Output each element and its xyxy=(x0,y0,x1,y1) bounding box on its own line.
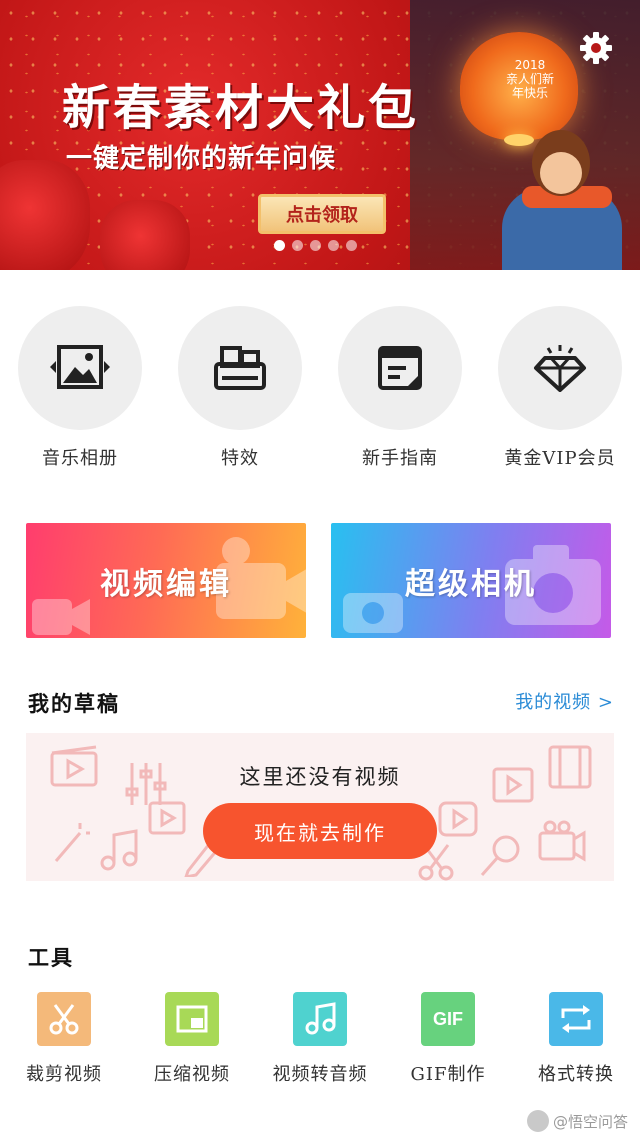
claim-button[interactable]: 点击领取 xyxy=(258,194,386,234)
tool-video-to-audio[interactable]: 视频转音频 xyxy=(256,992,384,1086)
music-note-icon xyxy=(100,829,138,871)
shortcut-circle xyxy=(18,306,142,430)
promo-banner[interactable]: 2018 亲人们新 年快乐 新春素材大礼包 一键定制你的新年问候 点击领取 xyxy=(0,0,640,270)
tool-compress-video[interactable]: 压缩视频 xyxy=(128,992,256,1086)
video-edit-label: 视频编辑 xyxy=(100,566,232,602)
shortcut-music-album[interactable]: 音乐相册 xyxy=(0,306,160,470)
scissors-icon xyxy=(49,1004,79,1035)
page-dot[interactable] xyxy=(292,240,303,251)
camera-icon xyxy=(538,820,586,862)
video-edit-card[interactable]: 视频编辑 xyxy=(26,523,306,638)
page-dot[interactable] xyxy=(328,240,339,251)
tool-label: 裁剪视频 xyxy=(26,1064,102,1085)
banner-character xyxy=(472,130,622,270)
magic-wand-icon xyxy=(54,823,90,862)
gear-icon xyxy=(580,32,612,64)
shortcut-circle xyxy=(498,306,622,430)
tool-label: 视频转音频 xyxy=(272,1064,368,1085)
drafts-title: 我的草稿 xyxy=(28,691,120,716)
drafts-empty-panel: 这里还没有视频 现在就去制作 xyxy=(26,733,614,881)
shortcut-effects[interactable]: 特效 xyxy=(160,306,320,470)
banner-subtitle: 一键定制你的新年问候 xyxy=(66,144,337,174)
page-dot[interactable] xyxy=(346,240,357,251)
camera-icon xyxy=(343,593,403,633)
microphone-icon xyxy=(480,835,520,876)
shortcut-label: 特效 xyxy=(221,448,259,469)
watermark-text: @悟空问答 xyxy=(552,1112,628,1131)
super-camera-card[interactable]: 超级相机 xyxy=(331,523,611,638)
tool-tile xyxy=(165,992,219,1046)
shortcut-label: 音乐相册 xyxy=(42,448,118,469)
tool-tile xyxy=(37,992,91,1046)
music-note-icon xyxy=(305,1002,336,1035)
tools-title: 工具 xyxy=(28,945,74,970)
tool-cut-video[interactable]: 裁剪视频 xyxy=(0,992,128,1086)
shortcut-vip[interactable]: 黄金VIP会员 xyxy=(480,306,640,470)
super-camera-label: 超级相机 xyxy=(405,566,537,602)
tool-format-convert[interactable]: 格式转换 xyxy=(512,992,640,1086)
shortcut-circle xyxy=(178,306,302,430)
tool-tile xyxy=(549,992,603,1046)
compress-icon xyxy=(176,1005,208,1033)
create-now-button[interactable]: 现在就去制作 xyxy=(203,803,437,859)
banner-title: 新春素材大礼包 xyxy=(62,80,420,136)
convert-icon xyxy=(561,1005,591,1033)
red-envelope-decoration xyxy=(100,200,190,270)
play-button-icon xyxy=(438,801,478,837)
drafts-empty-text: 这里还没有视频 xyxy=(239,765,401,789)
shortcut-guide[interactable]: 新手指南 xyxy=(320,306,480,470)
effects-icon xyxy=(214,346,266,390)
shortcut-label: 新手指南 xyxy=(362,448,438,469)
tool-label: 压缩视频 xyxy=(154,1064,230,1085)
play-clip-icon xyxy=(148,801,186,835)
photo-slideshow-icon xyxy=(50,345,110,389)
lantern-text: 2018 亲人们新 年快乐 xyxy=(505,58,554,100)
tool-label: 格式转换 xyxy=(538,1064,614,1085)
banner-page-indicator[interactable] xyxy=(274,240,357,251)
settings-button[interactable] xyxy=(578,30,614,66)
tool-tile xyxy=(293,992,347,1046)
gif-icon: GIF xyxy=(421,992,475,1046)
film-camera-icon xyxy=(32,599,90,635)
my-videos-link[interactable]: 我的视频 > xyxy=(515,688,614,714)
watermark: @悟空问答 xyxy=(526,1110,628,1132)
shortcut-circle xyxy=(338,306,462,430)
tool-gif-maker[interactable]: GIF GIF制作 xyxy=(384,992,512,1086)
diamond-icon xyxy=(534,345,586,392)
page-dot[interactable] xyxy=(310,240,321,251)
shortcut-label: 黄金VIP会员 xyxy=(504,448,616,469)
guide-icon xyxy=(378,346,422,390)
red-envelope-decoration xyxy=(0,160,90,270)
speech-bubble-icon xyxy=(526,1110,549,1132)
page-dot[interactable] xyxy=(274,240,285,251)
tool-label: GIF制作 xyxy=(410,1064,486,1085)
